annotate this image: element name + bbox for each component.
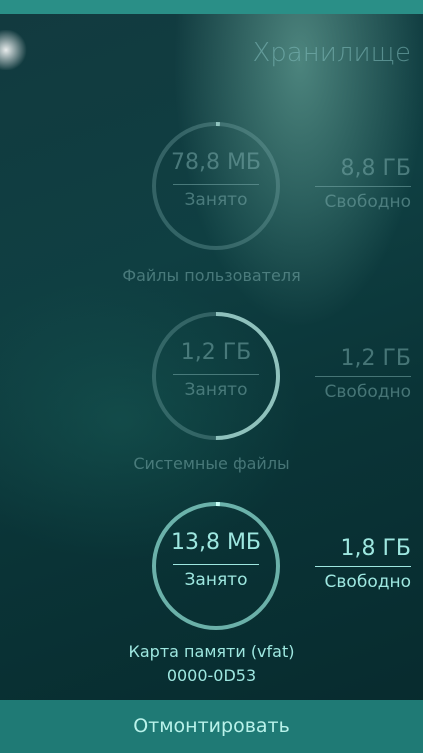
- usage-ring: 13,8 МБ Занято: [150, 500, 282, 632]
- free-value: 1,2 ГБ: [340, 346, 412, 371]
- free-divider: [315, 566, 411, 567]
- used-value: 78,8 МБ: [170, 150, 262, 175]
- used-divider: [173, 184, 259, 185]
- usage-ring-svg: [152, 502, 280, 630]
- used-value: 1,2 ГБ: [180, 340, 252, 365]
- free-value: 8,8 ГБ: [340, 156, 412, 181]
- ring-track: [152, 502, 280, 630]
- storage-name: Карта памяти (vfat): [128, 642, 295, 661]
- used-divider: [173, 374, 259, 375]
- free-divider: [315, 376, 411, 377]
- used-label: Занято: [184, 380, 248, 400]
- usage-ring: 1,2 ГБ Занято: [150, 310, 282, 442]
- usage-ring-svg: [152, 312, 280, 440]
- storage-name: Файлы пользователя: [122, 266, 301, 285]
- pull-down-indicator: [0, 30, 28, 70]
- storage-name: Системные файлы: [133, 454, 290, 473]
- free-divider: [315, 186, 411, 187]
- used-label: Занято: [184, 570, 248, 590]
- storage-id: 0000-0D53: [166, 666, 257, 685]
- page-title: Хранилище: [252, 38, 411, 68]
- status-bar: [0, 0, 423, 14]
- used-divider: [173, 564, 259, 565]
- free-label: Свободно: [324, 572, 411, 592]
- used-label: Занято: [184, 190, 248, 210]
- usage-ring-svg: [152, 122, 280, 250]
- free-label: Свободно: [324, 192, 411, 212]
- used-value: 13,8 МБ: [170, 530, 262, 555]
- usage-ring: 78,8 МБ Занято: [150, 120, 282, 252]
- unmount-button[interactable]: Отмонтировать: [0, 700, 423, 753]
- ring-track: [152, 122, 280, 250]
- free-label: Свободно: [324, 382, 411, 402]
- free-value: 1,8 ГБ: [340, 536, 412, 561]
